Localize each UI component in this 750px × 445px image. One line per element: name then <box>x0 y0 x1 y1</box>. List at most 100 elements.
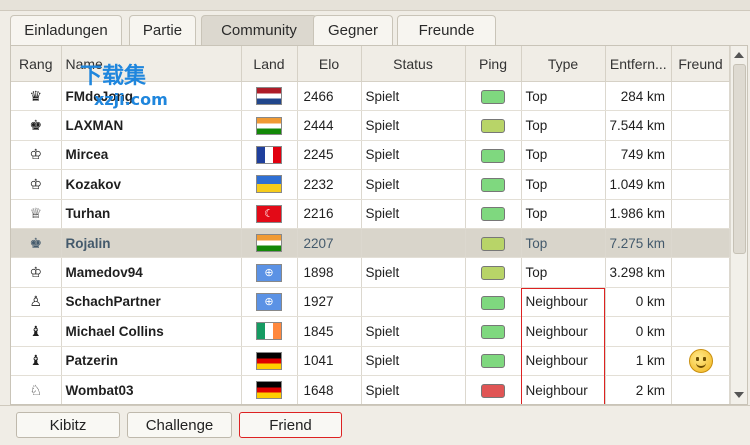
type-cell: Top <box>521 199 606 229</box>
distance-cell: 3.298 km <box>605 257 673 288</box>
elo-cell: 1845 <box>297 316 362 347</box>
col-ping-header[interactable]: Ping <box>465 46 522 82</box>
type-cell: Top <box>521 81 606 112</box>
friend-cell <box>671 316 731 347</box>
tab-freunde[interactable]: Freunde <box>397 15 496 45</box>
tab-partie[interactable]: Partie <box>129 15 196 45</box>
rank-cell: ♔ <box>11 257 62 288</box>
scroll-up-icon[interactable] <box>734 52 744 58</box>
ping-cell <box>465 287 522 318</box>
col-elo-header[interactable]: Elo <box>297 46 362 82</box>
rank-cell: ♘ <box>11 375 62 404</box>
player-name[interactable]: Rojalin <box>61 228 242 259</box>
challenge-button[interactable]: Challenge <box>127 412 232 438</box>
distance-cell: 0 km <box>605 316 673 347</box>
col-status-header[interactable]: Status <box>361 46 466 82</box>
table-row[interactable]: ♕ Turhan ☾ 2216 Spielt Top 1.986 km <box>11 199 731 229</box>
kibitz-button[interactable]: Kibitz <box>16 412 120 438</box>
status-cell: Spielt <box>361 346 466 376</box>
bishop-icon: ♝ <box>29 322 43 339</box>
ping-indicator <box>481 236 505 251</box>
distance-cell: 0 km <box>605 287 673 318</box>
ping-cell <box>465 316 522 347</box>
ping-cell <box>465 228 522 259</box>
king-icon: ♔ <box>29 175 43 192</box>
status-cell <box>361 228 466 259</box>
friend-cell <box>671 81 731 112</box>
player-table: Rang Name Land Elo Status Ping Type Entf… <box>11 46 731 404</box>
tab-einladungen[interactable]: Einladungen <box>10 15 122 45</box>
land-cell <box>241 169 298 200</box>
col-type-header[interactable]: Type <box>521 46 606 82</box>
player-name[interactable]: Patzerin <box>61 346 242 376</box>
friend-cell <box>671 346 731 376</box>
ping-indicator <box>481 295 505 310</box>
king-dark-icon: ♚ <box>29 117 43 134</box>
table-row[interactable]: ♛ FMdeJong 2466 Spielt Top 284 km <box>11 81 731 112</box>
rank-cell: ♔ <box>11 169 62 200</box>
friend-cell <box>671 228 731 259</box>
player-name[interactable]: FMdeJong <box>61 81 242 112</box>
friend-cell <box>671 375 731 404</box>
player-name[interactable]: Kozakov <box>61 169 242 200</box>
distance-cell: 1.986 km <box>605 199 673 229</box>
friend-cell <box>671 110 731 141</box>
bishop-icon: ♝ <box>29 352 43 369</box>
flag-ie-icon <box>256 322 282 341</box>
ping-indicator <box>481 119 505 134</box>
player-name[interactable]: SchachPartner <box>61 287 242 318</box>
table-row[interactable]: ♔ Kozakov 2232 Spielt Top 1.049 km <box>11 169 731 200</box>
land-cell <box>241 346 298 376</box>
distance-cell: 1 km <box>605 346 673 376</box>
rank-cell: ♝ <box>11 316 62 347</box>
friend-cell <box>671 287 731 318</box>
player-name[interactable]: Mircea <box>61 140 242 171</box>
ping-indicator <box>481 325 505 340</box>
vertical-scrollbar[interactable] <box>730 46 747 404</box>
elo-cell: 2444 <box>297 110 362 141</box>
table-row[interactable]: ♝ Patzerin 1041 Spielt Neighbour 1 km <box>11 346 731 376</box>
col-name-header[interactable]: Name <box>61 46 242 82</box>
tab-gegner[interactable]: Gegner <box>313 15 393 45</box>
table-row[interactable]: ♚ LAXMAN 2444 Spielt Top 7.544 km <box>11 110 731 141</box>
table-row[interactable]: ♘ Wombat03 1648 Spielt Neighbour 2 km <box>11 375 731 404</box>
elo-cell: 1041 <box>297 346 362 376</box>
flag-nl-icon <box>256 87 282 106</box>
col-land-header[interactable]: Land <box>241 46 298 82</box>
scroll-thumb[interactable] <box>733 64 746 254</box>
status-cell: Spielt <box>361 140 466 171</box>
type-cell: Top <box>521 140 606 171</box>
player-name[interactable]: Mamedov94 <box>61 257 242 288</box>
player-name[interactable]: Wombat03 <box>61 375 242 404</box>
table-row[interactable]: ♝ Michael Collins 1845 Spielt Neighbour 0 km <box>11 316 731 347</box>
status-cell: Spielt <box>361 199 466 229</box>
col-rank-header[interactable]: Rang <box>11 46 62 82</box>
distance-cell: 7.275 km <box>605 228 673 259</box>
table-row[interactable]: ♙ SchachPartner ⊕ 1927 Neighbour 0 km <box>11 287 731 318</box>
friend-cell <box>671 140 731 171</box>
status-cell: Spielt <box>361 169 466 200</box>
scroll-down-icon[interactable] <box>734 392 744 398</box>
elo-cell: 1648 <box>297 375 362 404</box>
type-cell: Top <box>521 169 606 200</box>
distance-cell: 284 km <box>605 81 673 112</box>
player-name[interactable]: Michael Collins <box>61 316 242 347</box>
col-friend-header[interactable]: Freund <box>671 46 731 82</box>
table-row[interactable]: ♚ Rojalin 2207 Top 7.275 km <box>11 228 731 259</box>
distance-cell: 7.544 km <box>605 110 673 141</box>
top-strip <box>0 0 750 11</box>
tab-community[interactable]: Community <box>201 15 317 45</box>
rank-cell: ♚ <box>11 110 62 141</box>
flag-un-icon: ⊕ <box>256 292 282 311</box>
player-name[interactable]: Turhan <box>61 199 242 229</box>
king-icon: ♔ <box>29 264 43 281</box>
queen-icon: ♛ <box>29 87 43 104</box>
land-cell <box>241 140 298 171</box>
elo-cell: 1898 <box>297 257 362 288</box>
table-row[interactable]: ♔ Mircea 2245 Spielt Top 749 km <box>11 140 731 171</box>
col-distance-header[interactable]: Entfern... <box>605 46 673 82</box>
player-name[interactable]: LAXMAN <box>61 110 242 141</box>
flag-un-icon: ⊕ <box>256 263 282 282</box>
friend-button[interactable]: Friend <box>239 412 342 438</box>
table-row[interactable]: ♔ Mamedov94 ⊕ 1898 Spielt Top 3.298 km <box>11 257 731 288</box>
